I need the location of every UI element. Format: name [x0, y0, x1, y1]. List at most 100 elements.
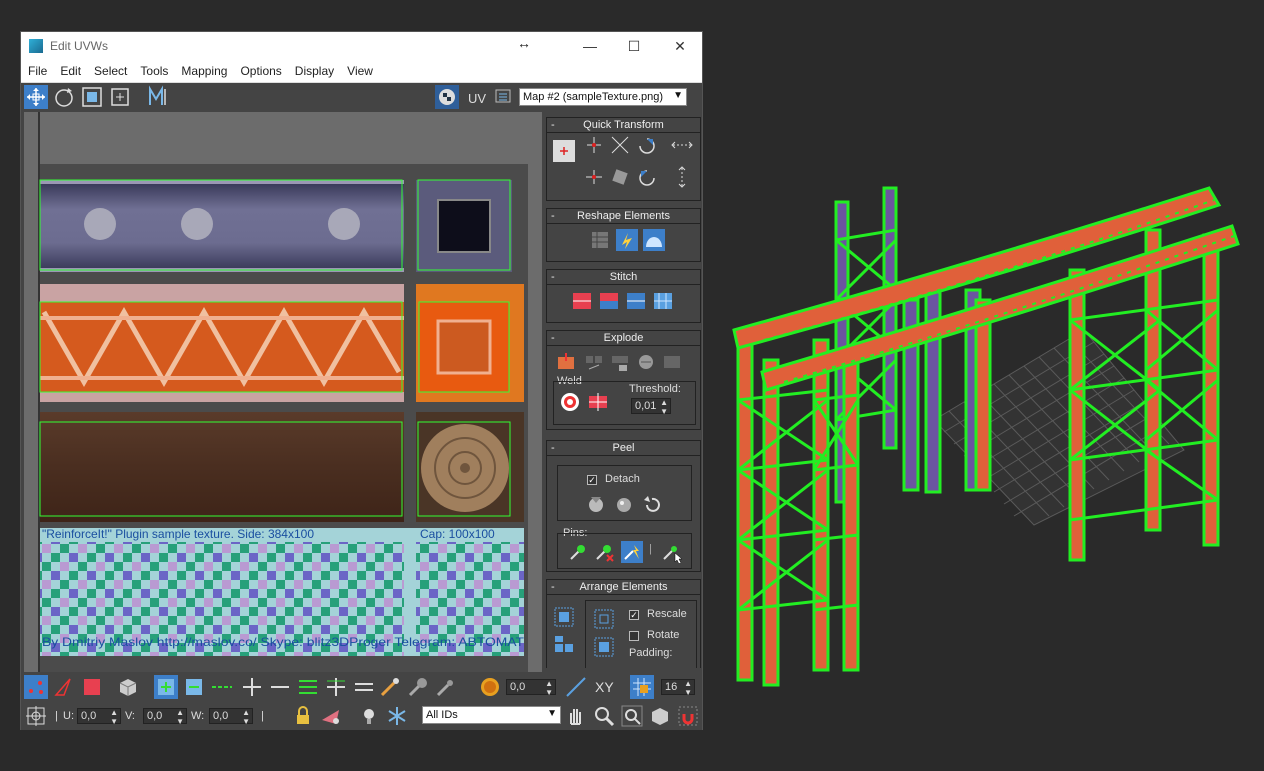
rotate-cw-icon[interactable]: [636, 134, 658, 156]
circularize-icon[interactable]: [643, 229, 665, 251]
element-mode-icon[interactable]: [116, 675, 140, 699]
stitch-to-source-icon[interactable]: [571, 290, 593, 312]
quick-transform-header[interactable]: - Quick Transform: [547, 118, 700, 133]
soft-selection-value-field[interactable]: 0,0 ▲ ▼: [506, 679, 556, 697]
relax-icon[interactable]: [616, 229, 638, 251]
space-vertical-icon[interactable]: [671, 166, 693, 188]
grow-selection-icon[interactable]: [154, 675, 178, 699]
spinner-arrows-icon[interactable]: ▲ ▼: [242, 708, 250, 726]
pin-selected-icon[interactable]: [567, 541, 589, 563]
xy-plane-label[interactable]: XY: [595, 679, 614, 695]
menu-mapping[interactable]: Mapping: [174, 60, 233, 78]
stitch-custom-icon[interactable]: [652, 290, 674, 312]
menu-edit[interactable]: Edit: [53, 60, 87, 78]
hide-unselected-icon[interactable]: [319, 704, 343, 728]
space-horizontal-icon[interactable]: [671, 134, 693, 156]
maximize-button[interactable]: ☐: [619, 36, 649, 56]
auto-pin-icon[interactable]: [621, 541, 643, 563]
select-overlap-icon[interactable]: [352, 675, 376, 699]
list-icon[interactable]: [494, 87, 512, 105]
zoom-extents-icon[interactable]: [648, 704, 672, 728]
peel-mode-icon[interactable]: [613, 493, 635, 515]
u-field[interactable]: 0,0 ▲ ▼: [77, 708, 121, 726]
stitch-average-icon[interactable]: [598, 290, 620, 312]
weld-selected-icon[interactable]: [587, 391, 609, 413]
rotate-ccw-icon[interactable]: [636, 166, 658, 188]
menu-display[interactable]: Display: [288, 60, 340, 78]
quick-peel-icon[interactable]: [585, 493, 607, 515]
light-bulb-icon[interactable]: [357, 704, 381, 728]
peel-header[interactable]: - Peel: [547, 441, 700, 456]
spinner-arrows-icon[interactable]: ▲ ▼: [176, 708, 184, 726]
absolute-relative-icon[interactable]: [24, 704, 48, 728]
spinner-arrows-icon[interactable]: ▲ ▼: [545, 679, 553, 697]
loop-select-icon[interactable]: [324, 675, 348, 699]
explode-sphere-icon[interactable]: [635, 351, 657, 373]
arrange-elements-header[interactable]: - Arrange Elements: [547, 580, 700, 595]
spinner-arrows-icon[interactable]: ▲ ▼: [684, 679, 692, 697]
scale-tool-icon[interactable]: [80, 85, 104, 109]
loop-shrink-icon[interactable]: [268, 675, 292, 699]
stitch-to-target-icon[interactable]: [625, 290, 647, 312]
lock-icon[interactable]: [291, 704, 315, 728]
stitch-header[interactable]: - Stitch: [547, 270, 700, 285]
menu-options[interactable]: Options: [233, 60, 287, 78]
explode-header[interactable]: - Explode: [547, 331, 700, 346]
grid-size-field[interactable]: 16 ▲ ▼: [661, 679, 695, 697]
zoom-region-icon[interactable]: [620, 704, 644, 728]
weld-target-icon[interactable]: [559, 391, 581, 413]
pack-custom-icon[interactable]: [593, 608, 615, 630]
paint-grow-icon[interactable]: [406, 675, 430, 699]
v-field[interactable]: 0,0 ▲ ▼: [143, 708, 187, 726]
pan-hand-icon[interactable]: [564, 704, 588, 728]
group-pack-icon[interactable]: [593, 636, 615, 658]
menu-tools[interactable]: Tools: [133, 60, 174, 78]
face-mode-icon[interactable]: [80, 675, 104, 699]
align-horizontal-icon[interactable]: [583, 166, 605, 188]
break-icon[interactable]: [555, 351, 577, 373]
straighten-icon[interactable]: [609, 134, 631, 156]
loop-grow-icon[interactable]: [240, 675, 264, 699]
edge-mode-icon[interactable]: [52, 675, 76, 699]
pack-normalize-icon[interactable]: [553, 606, 575, 628]
close-button[interactable]: ✕: [665, 36, 695, 56]
w-field[interactable]: 0,0 ▲ ▼: [209, 708, 253, 726]
pivot-point-icon[interactable]: [553, 140, 575, 162]
3d-viewport[interactable]: [704, 0, 1264, 768]
pack-together-icon[interactable]: [553, 634, 575, 656]
falloff-line-icon[interactable]: [564, 675, 588, 699]
spinner-arrows-icon[interactable]: ▲ ▼: [660, 398, 668, 416]
rotate-checkbox[interactable]: [629, 631, 639, 641]
freeform-tool-icon[interactable]: [108, 85, 132, 109]
freeze-icon[interactable]: [385, 704, 409, 728]
menu-view[interactable]: View: [340, 60, 379, 78]
uv-space-label[interactable]: UV: [468, 91, 486, 106]
vertex-mode-icon[interactable]: [24, 675, 48, 699]
snap-magnet-icon[interactable]: [676, 704, 700, 728]
shrink-selection-icon[interactable]: [182, 675, 206, 699]
menu-file[interactable]: File: [21, 60, 53, 78]
rescale-checkbox[interactable]: ✓: [629, 610, 639, 620]
straighten-selection-icon[interactable]: [589, 229, 611, 251]
unpin-selected-icon[interactable]: [593, 541, 615, 563]
soft-selection-icon[interactable]: [478, 675, 502, 699]
texture-map-dropdown[interactable]: Map #2 (sampleTexture.png) ▼: [519, 88, 687, 106]
move-tool-icon[interactable]: [24, 85, 48, 109]
rotate-tool-icon[interactable]: [52, 85, 76, 109]
threshold-spinner[interactable]: 0,01 ▲ ▼: [631, 398, 671, 416]
uv-editor-viewport[interactable]: "ReinforceIt!" Plugin sample texture. Si…: [24, 112, 542, 672]
material-id-dropdown[interactable]: All IDs ▼: [422, 706, 561, 724]
reshape-elements-header[interactable]: - Reshape Elements: [547, 209, 700, 224]
zoom-icon[interactable]: [592, 704, 616, 728]
minimize-button[interactable]: —: [575, 36, 605, 56]
menu-select[interactable]: Select: [87, 60, 133, 78]
align-vertical-icon[interactable]: [583, 134, 605, 156]
detach-checkbox[interactable]: ✓: [587, 475, 597, 485]
paint-shrink-icon[interactable]: [434, 675, 458, 699]
ring-select-icon[interactable]: [296, 675, 320, 699]
spinner-arrows-icon[interactable]: ▲ ▼: [110, 708, 118, 726]
paint-select-icon[interactable]: [378, 675, 402, 699]
pin-cursor-icon[interactable]: [661, 541, 683, 565]
ring-grow-icon[interactable]: [210, 675, 234, 699]
checker-map-icon[interactable]: [435, 85, 459, 109]
